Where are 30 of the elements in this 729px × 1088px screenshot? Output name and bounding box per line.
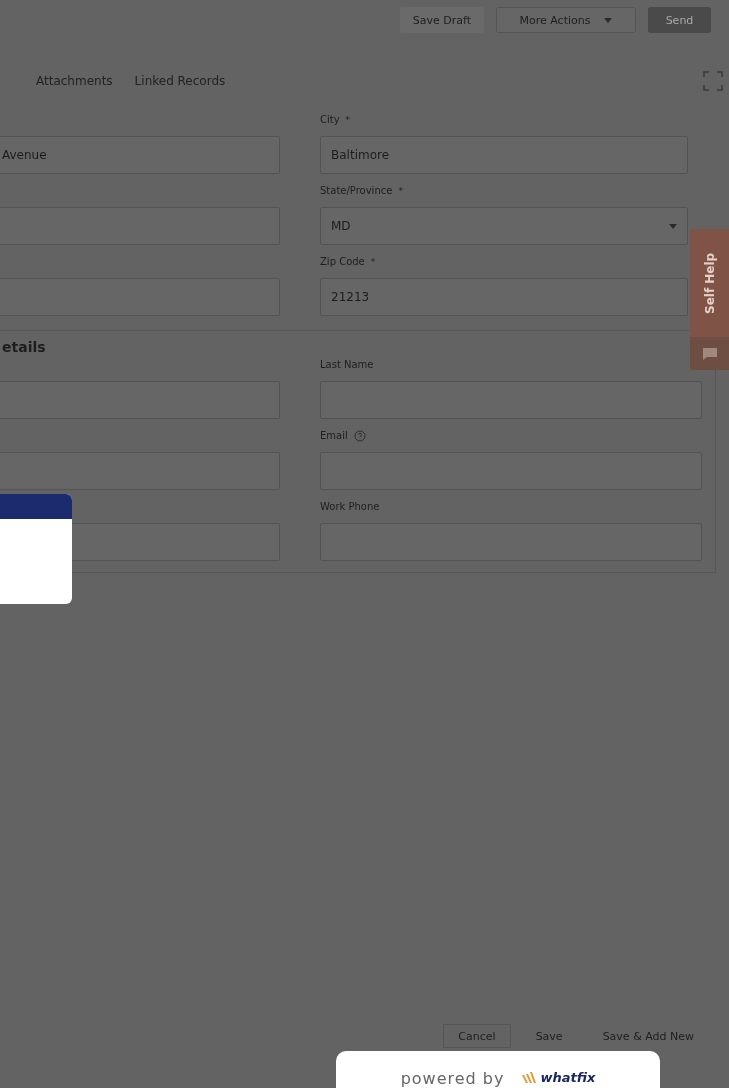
caret-icon [669,223,677,229]
field-label: Zip Code [320,256,365,267]
brand-name: whatfix [540,1069,596,1087]
required-marker: * [345,114,351,125]
required-marker: * [398,185,403,196]
select-field[interactable]: MD [320,207,688,245]
caret-icon [604,17,613,23]
self-help-tab[interactable]: Self Help [690,229,729,370]
field-label: City [320,114,340,125]
field-label: Email [320,430,348,441]
powered-by-badge[interactable]: powered by whatfix [336,1051,660,1088]
field-label: Work Phone [320,501,380,512]
tab[interactable]: Attachments [36,74,113,88]
tab[interactable]: Linked Records [134,74,226,88]
input-field[interactable]: Baltimore [320,136,688,174]
logo-icon [522,1072,537,1084]
header-button[interactable]: Save Draft [399,7,484,33]
footer-button[interactable]: Cancel [443,1024,511,1048]
required-marker: * [370,256,376,267]
chat-icon [701,346,718,361]
input-field[interactable]: 21213 [320,278,688,316]
section-heading: etails [2,339,46,355]
input-field[interactable]: Avenue [0,136,280,174]
more-actions-dropdown[interactable]: More Actions [496,7,636,33]
powered-by-text: powered by [400,1069,505,1088]
field-label: Last Name [320,359,374,370]
help-icon[interactable] [353,429,366,442]
header-button[interactable]: Send [648,7,711,33]
field-label: State/Province [320,185,393,196]
expand-icon[interactable] [703,71,723,91]
